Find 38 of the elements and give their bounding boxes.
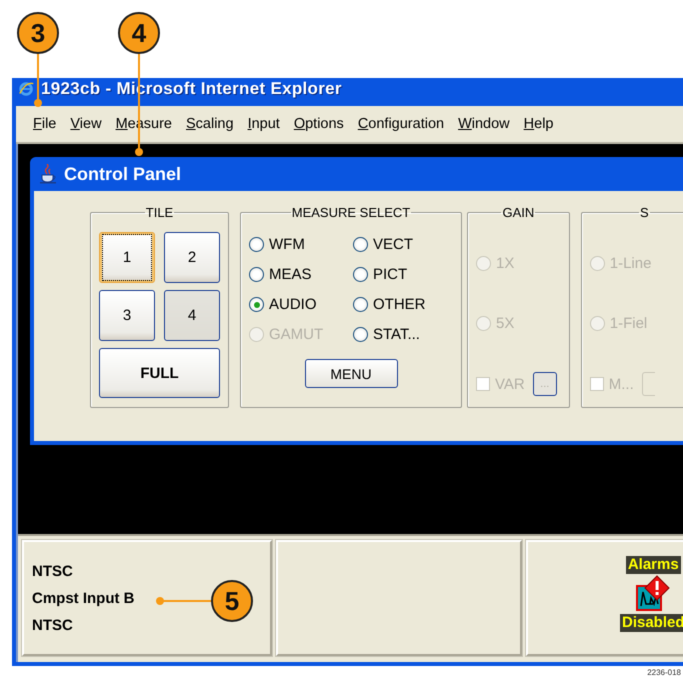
menu-button[interactable]: MENU bbox=[304, 359, 398, 388]
alarm-label: Alarms bbox=[626, 556, 681, 574]
figure-number: 2236-018 bbox=[647, 668, 681, 677]
full-button[interactable]: FULL bbox=[99, 348, 220, 398]
menu-item[interactable]: File bbox=[26, 116, 64, 132]
radio-button[interactable]: WFM bbox=[249, 236, 353, 253]
menu-item[interactable]: View bbox=[63, 116, 109, 132]
menu-item[interactable]: Help bbox=[516, 116, 560, 132]
ie-logo-icon bbox=[18, 80, 36, 98]
callout-number: 4 bbox=[118, 12, 160, 54]
radio-button[interactable]: AUDIO bbox=[249, 296, 353, 313]
radio-button[interactable]: PICT bbox=[353, 266, 453, 283]
status-text: NTSC bbox=[32, 616, 73, 634]
menu-item[interactable]: Scaling bbox=[179, 116, 241, 132]
menu-item[interactable]: Input bbox=[240, 116, 287, 132]
tile-button[interactable]: 3 bbox=[99, 290, 155, 341]
callout-number: 3 bbox=[17, 12, 59, 54]
tile-button[interactable]: 4 bbox=[164, 290, 220, 341]
tile-button[interactable]: 2 bbox=[164, 232, 220, 283]
tile-button[interactable]: 1 bbox=[99, 232, 155, 283]
group-title: GAIN bbox=[501, 205, 536, 220]
leader-line bbox=[34, 54, 42, 107]
leader-line bbox=[156, 597, 211, 605]
status-text: Cmpst Input B bbox=[32, 590, 134, 606]
radio-button[interactable]: STAT... bbox=[353, 326, 453, 343]
status-text: NTSC bbox=[32, 562, 73, 580]
coffee-cup-icon bbox=[38, 164, 58, 184]
radio-button[interactable]: VECT bbox=[353, 236, 453, 253]
radio-button[interactable]: MEAS bbox=[249, 266, 353, 283]
radio-button[interactable]: OTHER bbox=[353, 296, 453, 313]
menu-item[interactable]: Window bbox=[451, 116, 517, 132]
menu-item[interactable]: Configuration bbox=[350, 116, 452, 132]
window-title: Control Panel bbox=[64, 164, 182, 184]
group-title: MEASURE SELECT bbox=[290, 205, 412, 220]
menu-item[interactable]: Options bbox=[286, 116, 351, 132]
group-title: TILE bbox=[144, 205, 174, 220]
small-button[interactable] bbox=[642, 372, 655, 396]
group-title: S bbox=[639, 205, 650, 220]
